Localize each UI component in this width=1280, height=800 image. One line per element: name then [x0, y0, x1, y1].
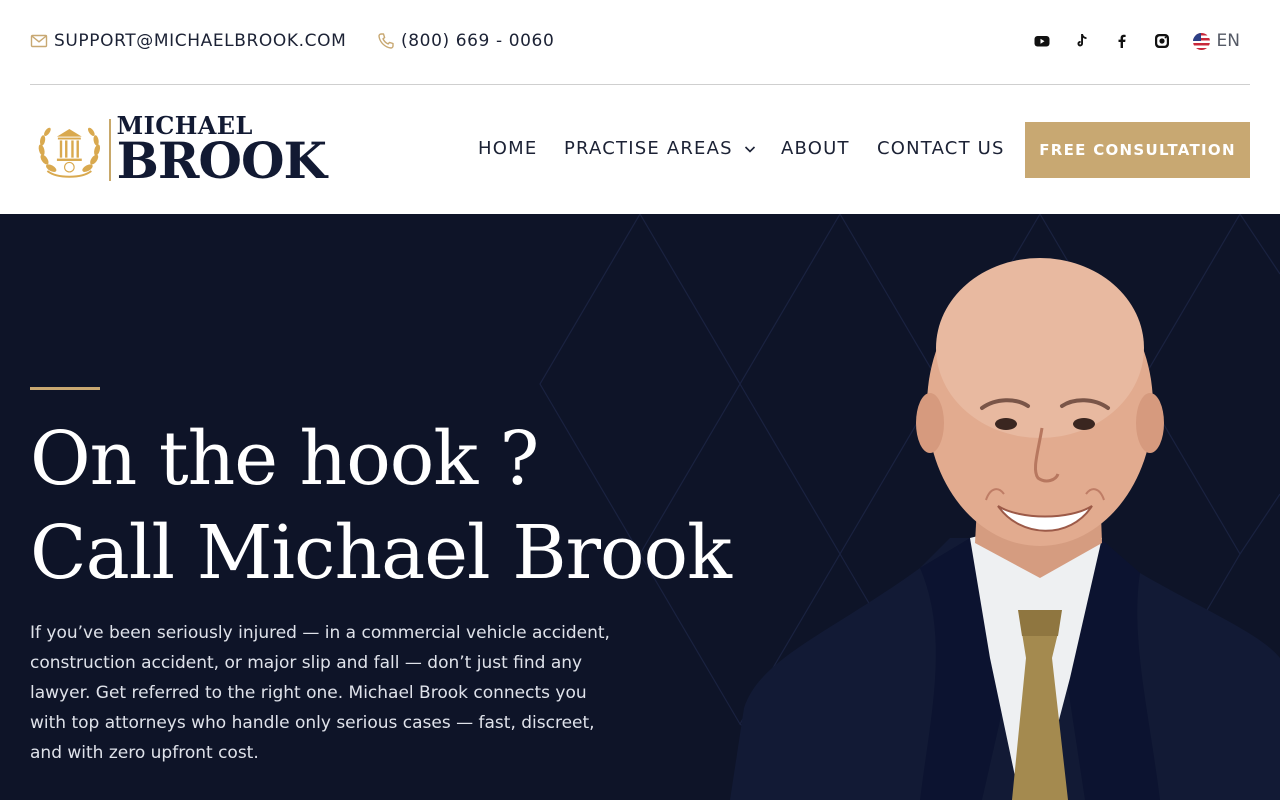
- nav-contact-us[interactable]: CONTACT US: [877, 138, 1005, 159]
- hero-section: On the hook ? Call Michael Brook If you’…: [0, 214, 1280, 800]
- hero-intro-text: If you’ve been seriously injured — in a …: [30, 623, 610, 763]
- social-links: EN: [1011, 31, 1240, 51]
- hero-headline-line-1: On the hook ?: [30, 416, 539, 502]
- facebook-icon[interactable]: [1113, 32, 1131, 50]
- support-email-text: SUPPORT@MICHAELBROOK.COM: [54, 31, 347, 51]
- phone-icon: [377, 32, 395, 50]
- tiktok-icon[interactable]: [1073, 32, 1091, 50]
- headline-accent-line: [30, 387, 100, 390]
- nav-about[interactable]: ABOUT: [781, 138, 850, 159]
- instagram-icon[interactable]: [1153, 32, 1171, 50]
- logo-line-2: BROOK: [116, 131, 327, 190]
- hero-headline: On the hook ? Call Michael Brook: [30, 412, 770, 600]
- main-header: MICHAEL BROOK HOME PRACTISE AREAS ABOUT …: [0, 86, 1280, 214]
- logo-divider: [108, 119, 111, 181]
- nav-practise-areas-label: PRACTISE AREAS: [564, 138, 733, 159]
- laurel-emblem-icon: [38, 127, 101, 178]
- nav-home[interactable]: HOME: [478, 138, 537, 159]
- top-bar: SUPPORT@MICHAELBROOK.COM (800) 669 - 006…: [0, 0, 1280, 86]
- phone-link[interactable]: (800) 669 - 0060: [377, 31, 554, 51]
- site-logo[interactable]: MICHAEL BROOK: [34, 114, 327, 190]
- language-label: EN: [1216, 31, 1240, 51]
- attorney-portrait: [730, 258, 1280, 800]
- top-bar-inner: SUPPORT@MICHAELBROOK.COM (800) 669 - 006…: [30, 0, 1250, 85]
- support-email-link[interactable]: SUPPORT@MICHAELBROOK.COM: [30, 31, 346, 51]
- youtube-icon[interactable]: [1033, 32, 1051, 50]
- language-selector[interactable]: EN: [1192, 31, 1240, 51]
- envelope-icon: [30, 32, 48, 50]
- phone-text: (800) 669 - 0060: [401, 31, 555, 51]
- logo-wordmark: MICHAEL BROOK: [116, 114, 327, 190]
- free-consultation-button[interactable]: FREE CONSULTATION: [1025, 122, 1250, 178]
- chevron-down-icon: [744, 145, 755, 153]
- us-flag-icon: [1192, 32, 1210, 50]
- nav-practise-areas[interactable]: PRACTISE AREAS: [564, 138, 757, 159]
- hero-headline-line-2: Call Michael Brook: [30, 510, 732, 596]
